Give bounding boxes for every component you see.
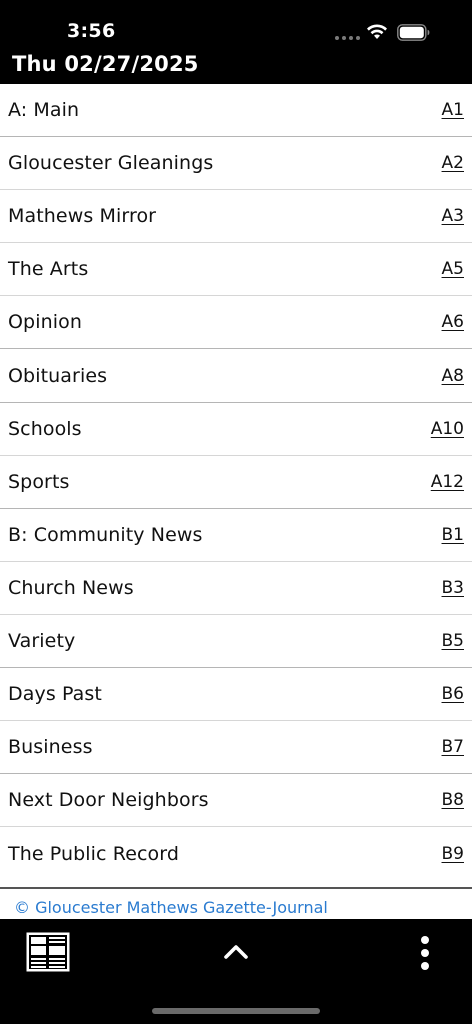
section-name: Variety: [8, 629, 76, 652]
section-page-link[interactable]: B6: [442, 684, 464, 704]
chevron-up-icon[interactable]: [223, 942, 249, 960]
section-row[interactable]: B: Community News B1: [0, 509, 472, 562]
section-name: B: Community News: [8, 523, 203, 546]
section-row[interactable]: Opinion A6: [0, 296, 472, 350]
section-page-link[interactable]: B3: [442, 578, 464, 598]
section-name: Days Past: [8, 683, 102, 706]
bottom-toolbar: [0, 919, 472, 1024]
wifi-icon: [367, 24, 387, 39]
copyright-bar: © Gloucester Mathews Gazette-Journal: [0, 887, 472, 919]
section-page-link[interactable]: B5: [442, 631, 464, 651]
section-row[interactable]: Church News B3: [0, 562, 472, 615]
section-row[interactable]: A: Main A1: [0, 84, 472, 138]
section-row[interactable]: Mathews Mirror A3: [0, 190, 472, 244]
section-page-link[interactable]: A1: [442, 100, 464, 120]
section-page-link[interactable]: B8: [442, 790, 464, 810]
app-screen: 3:56 Thu 02/27/2025 A: Main A1 Gloucester …: [0, 0, 472, 1024]
more-vertical-icon[interactable]: [419, 935, 431, 971]
issue-date: Thu 02/27/2025: [12, 52, 199, 76]
section-name: Church News: [8, 576, 134, 599]
section-page-link[interactable]: A5: [442, 259, 464, 279]
battery-icon: [397, 24, 430, 41]
section-name: Sports: [8, 470, 70, 493]
section-page-link[interactable]: A10: [431, 419, 464, 439]
status-bar: 3:56: [0, 0, 472, 52]
section-name: Opinion: [8, 311, 82, 334]
section-name: The Public Record: [8, 842, 179, 865]
section-row[interactable]: Business B7: [0, 721, 472, 775]
section-name: Schools: [8, 417, 82, 440]
section-page-link[interactable]: A6: [442, 312, 464, 332]
section-row[interactable]: The Arts A5: [0, 243, 472, 297]
section-row[interactable]: Obituaries A8: [0, 349, 472, 403]
section-page-link[interactable]: B7: [442, 737, 464, 757]
section-name: A: Main: [8, 99, 80, 122]
section-list: A: Main A1 Gloucester Gleanings A2 Mathews M…: [0, 84, 472, 888]
section-name: Next Door Neighbors: [8, 789, 209, 812]
section-name: Gloucester Gleanings: [8, 152, 214, 175]
section-page-link[interactable]: A2: [442, 153, 464, 173]
copyright-link[interactable]: © Gloucester Mathews Gazette-Journal: [14, 898, 328, 917]
section-name: Obituaries: [8, 364, 108, 387]
status-time: 3:56: [67, 20, 116, 42]
section-name: Business: [8, 736, 93, 759]
section-page-link[interactable]: A8: [442, 366, 464, 386]
section-name: Mathews Mirror: [8, 205, 157, 228]
cellular-signal-icon: [335, 36, 360, 40]
section-row[interactable]: Sports A12: [0, 456, 472, 509]
section-name: The Arts: [8, 258, 89, 281]
section-page-link[interactable]: A12: [431, 472, 464, 492]
section-page-link[interactable]: B9: [442, 844, 464, 864]
home-indicator[interactable]: [152, 1008, 320, 1014]
section-page-link[interactable]: B1: [442, 525, 464, 545]
section-row[interactable]: Days Past B6: [0, 668, 472, 722]
section-row[interactable]: The Public Record B9: [0, 827, 472, 880]
section-row[interactable]: Gloucester Gleanings A2: [0, 137, 472, 191]
section-row[interactable]: Schools A10: [0, 403, 472, 456]
section-row[interactable]: Next Door Neighbors B8: [0, 774, 472, 828]
newspaper-icon[interactable]: [26, 932, 70, 972]
section-row[interactable]: Variety B5: [0, 615, 472, 669]
section-page-link[interactable]: A3: [442, 206, 464, 226]
